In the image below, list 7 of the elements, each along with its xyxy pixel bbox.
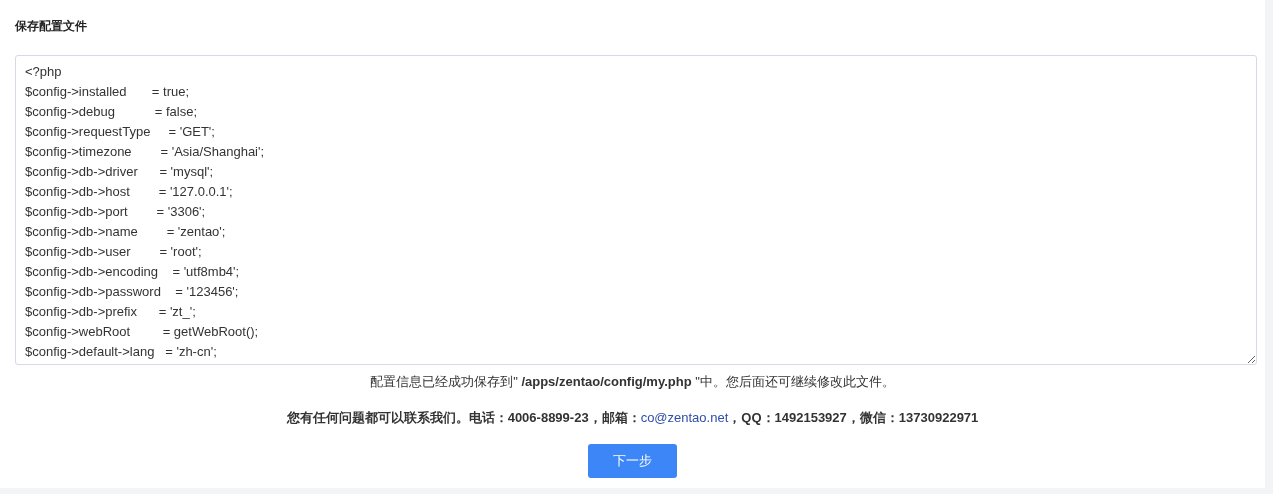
saved-message: 配置信息已经成功保存到" /apps/zentao/config/my.php "中。您后面还可继续修改此文件。 — [370, 373, 895, 391]
contact-text: ，QQ：1492153927，微信：13730922971 — [728, 409, 979, 427]
email-link[interactable]: co@zentao.net — [640, 408, 729, 428]
next-button[interactable]: 下一步 — [588, 444, 677, 478]
contact-text: 您有任何问题都可以联系我们。电话：4006-8899-23，邮箱： — [286, 409, 641, 427]
config-file-textarea[interactable]: <?php $config->installed = true; $config->debug = false; $config->requestType = 'GET'; $config->timezone = 'Asia/Shanghai'; $config->db->driver = 'mysql'; $config->db->host = '127.0.0.1'; $config->db->port = '3306'; $config->db->name = 'zentao'; $config->db->user = 'root'; $config->db->encoding = 'utf8mb4'; $config->db->password = '123456'; $config->db->prefix = 'zt_'; $config->webRoot = getWebRoot(); $config->default->lang = 'zh-cn'; — [15, 55, 1257, 365]
section-title: 保存配置文件 — [15, 18, 88, 35]
